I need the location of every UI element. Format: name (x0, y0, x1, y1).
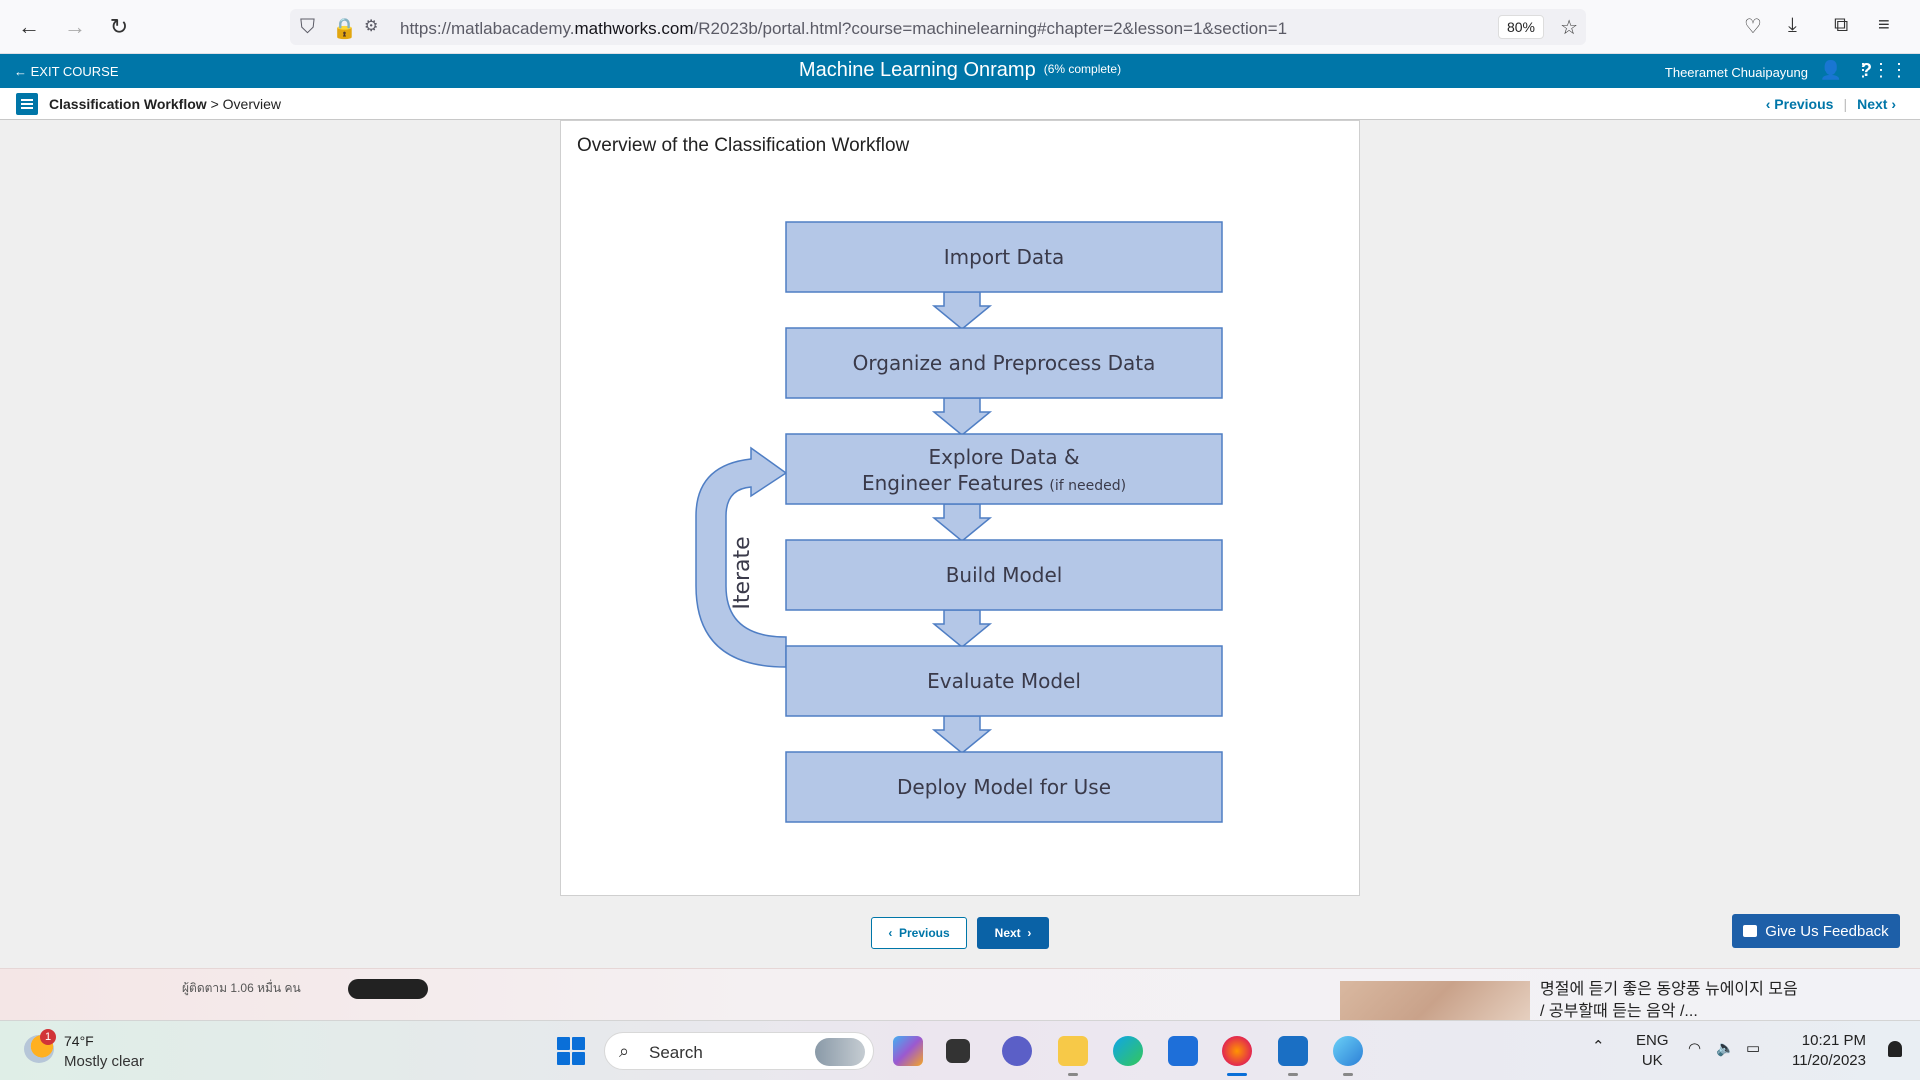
lock-icon[interactable]: 🔒 (332, 16, 357, 41)
volume-icon[interactable]: 🔈 (1716, 1039, 1735, 1057)
step-label: Evaluate Model (927, 669, 1081, 693)
search-highlight-image (815, 1038, 865, 1066)
edge-icon[interactable] (1113, 1036, 1143, 1066)
copilot-icon[interactable] (893, 1036, 923, 1066)
breadcrumb-section[interactable]: Classification Workflow (49, 96, 207, 112)
bookmark-star-icon[interactable]: ☆ (1560, 15, 1578, 40)
back-icon[interactable]: ← (14, 12, 44, 42)
windows-taskbar: 1 74°F Mostly clear ⌕ Search ⌃ ENG UK ◠ 🔈… (0, 1020, 1920, 1080)
windows-start-icon[interactable] (557, 1037, 585, 1065)
step-label: Deploy Model for Use (897, 775, 1111, 799)
hamburger-menu-icon[interactable] (16, 93, 38, 115)
top-pager: ‹ Previous | Next › (1765, 96, 1896, 112)
video-title[interactable]: 명절에 듣기 좋은 동양풍 뉴에이지 모음 / 공부할때 듣는 음악 /... (1540, 979, 1800, 1023)
extensions-icon[interactable]: ⧉ (1834, 14, 1848, 37)
flow-arrow-down-icon (931, 715, 993, 754)
flow-arrow-down-icon (931, 609, 993, 648)
pocket-icon[interactable]: ♡ (1744, 14, 1762, 39)
step-label: Organize and Preprocess Data (853, 351, 1156, 375)
battery-icon[interactable]: ▭ (1746, 1039, 1760, 1057)
user-name[interactable]: Theeramet Chuaipayung (1665, 65, 1808, 80)
flow-arrow-down-icon (931, 291, 993, 330)
step-note: (if needed) (1049, 478, 1126, 494)
workflow-diagram: Iterate Import Data Organize and Preproc… (695, 221, 1223, 823)
notification-bell-icon[interactable] (1888, 1041, 1902, 1057)
browser-toolbar: ← → ↻ ⛉ 🔒 ⚙ https://matlabacademy.mathwo… (0, 0, 1920, 54)
apps-grid-icon[interactable]: ⋮⋮⋮ (1854, 60, 1908, 81)
paint-icon[interactable] (1333, 1036, 1363, 1066)
course-progress: (6% complete) (1043, 62, 1122, 76)
clock[interactable]: 10:21 PM 11/20/2023 (1792, 1031, 1866, 1071)
flow-arrow-down-icon (931, 397, 993, 436)
file-explorer-icon[interactable] (1058, 1036, 1088, 1066)
language-indicator[interactable]: ENG UK (1636, 1031, 1669, 1071)
course-header: ← EXIT COURSE Machine Learning Onramp (6%… (0, 54, 1920, 88)
step-label: Build Model (946, 563, 1063, 587)
shield-icon[interactable]: ⛉ (300, 16, 315, 39)
zoom-level[interactable]: 80% (1497, 15, 1544, 39)
step-label: Explore Data & (928, 445, 1079, 469)
breadcrumb-page: Overview (222, 96, 281, 112)
next-button[interactable]: Next › (977, 917, 1049, 949)
weather-temperature[interactable]: 74°F (64, 1033, 94, 1049)
weather-badge: 1 (40, 1029, 56, 1045)
menu-icon[interactable]: ≡ (1878, 14, 1890, 37)
reload-icon[interactable]: ↻ (104, 12, 134, 42)
teams-chat-icon[interactable] (1002, 1036, 1032, 1066)
url-text: https://matlabacademy.mathworks.com/R202… (400, 19, 1288, 38)
content-panel: Overview of the Classification Workflow … (560, 120, 1360, 896)
user-icon[interactable]: 👤 (1820, 60, 1842, 81)
chat-bubble-icon (1743, 925, 1758, 937)
give-feedback-button[interactable]: Give Us Feedback (1732, 914, 1900, 948)
top-next-link[interactable]: Next › (1857, 96, 1896, 112)
search-icon: ⌕ (619, 1041, 630, 1061)
wifi-icon[interactable]: ◠ (1688, 1039, 1701, 1057)
weather-description[interactable]: Mostly clear (64, 1053, 144, 1070)
forward-icon[interactable]: → (60, 12, 90, 42)
breadcrumb-bar: Classification Workflow > Overview ‹ Pre… (0, 88, 1920, 120)
store-icon[interactable] (1168, 1036, 1198, 1066)
top-previous-link[interactable]: ‹ Previous (1766, 96, 1834, 112)
media-player-icon[interactable] (1278, 1036, 1308, 1066)
strip-button[interactable] (348, 979, 428, 999)
iterate-label: Iterate (730, 536, 755, 609)
permissions-icon[interactable]: ⚙ (364, 16, 378, 36)
breadcrumb: Classification Workflow > Overview (49, 96, 281, 112)
strip-follower-text: ผู้ติดตาม 1.06 หมื่น คน (182, 981, 301, 995)
taskbar-search[interactable]: ⌕ Search (604, 1032, 874, 1070)
video-thumbnail[interactable] (1340, 981, 1530, 1021)
course-title: Machine Learning Onramp (6% complete) (798, 59, 1122, 81)
firefox-icon[interactable] (1222, 1036, 1252, 1066)
download-icon[interactable]: ⤓ (1788, 14, 1797, 37)
step-label: Import Data (944, 245, 1065, 269)
address-bar[interactable]: ⛉ 🔒 ⚙ https://matlabacademy.mathworks.co… (290, 9, 1586, 45)
previous-button[interactable]: ‹ Previous (871, 917, 967, 949)
flow-arrow-down-icon (931, 503, 993, 542)
show-hidden-icons-chevron-icon[interactable]: ⌃ (1592, 1037, 1605, 1055)
task-view-icon[interactable] (946, 1039, 970, 1063)
background-page-strip: ผู้ติดตาม 1.06 หมื่น คน 명절에 듣기 좋은 동양풍 뉴에… (0, 968, 1920, 1023)
